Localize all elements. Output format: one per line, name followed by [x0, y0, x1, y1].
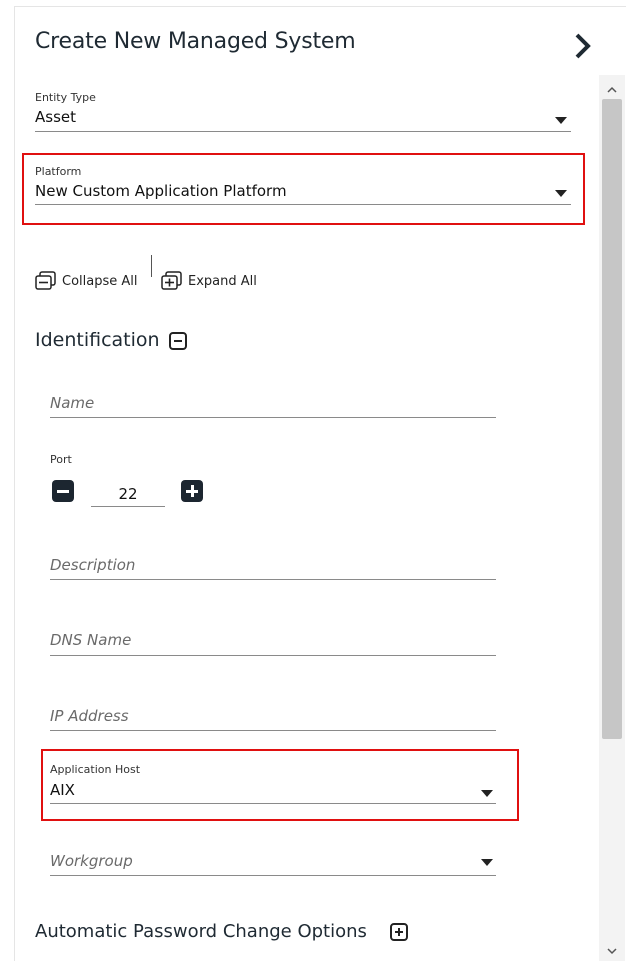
port-label: Port: [50, 453, 72, 466]
platform-label: Platform: [35, 165, 82, 178]
expand-section-icon[interactable]: [390, 923, 408, 941]
entity-type-label: Entity Type: [35, 91, 96, 104]
collapse-section-icon[interactable]: [169, 332, 187, 350]
port-input[interactable]: 22: [91, 485, 165, 503]
ip-address-underline: [50, 730, 496, 731]
application-host-value[interactable]: AIX: [50, 781, 75, 799]
ip-address-field[interactable]: IP Address: [50, 707, 129, 725]
platform-value[interactable]: New Custom Application Platform: [35, 182, 287, 200]
chevron-right-icon[interactable]: [573, 33, 593, 59]
panel-title: Create New Managed System: [35, 29, 356, 54]
application-host-underline: [50, 803, 496, 804]
application-host-highlight-box: [41, 749, 519, 821]
entity-type-value[interactable]: Asset: [35, 108, 76, 126]
platform-underline: [35, 204, 571, 205]
dns-name-field[interactable]: DNS Name: [50, 631, 131, 649]
create-managed-system-panel: Create New Managed System Entity Type As…: [14, 6, 626, 961]
name-field[interactable]: Name: [50, 394, 94, 412]
scrollbar[interactable]: [599, 75, 625, 961]
dns-name-underline: [50, 655, 496, 656]
port-decrement-button[interactable]: [52, 480, 74, 502]
application-host-label: Application Host: [50, 763, 141, 776]
caret-down-icon[interactable]: [481, 790, 493, 797]
toolbar-divider: [151, 255, 152, 277]
port-underline: [91, 506, 165, 507]
chevron-down-icon[interactable]: [599, 943, 625, 961]
collapse-all-button[interactable]: Collapse All: [35, 271, 138, 291]
expand-all-label: Expand All: [188, 273, 257, 289]
port-increment-button[interactable]: [181, 480, 203, 502]
caret-down-icon[interactable]: [481, 859, 493, 866]
identification-section-title: Identification: [35, 329, 160, 351]
scrollbar-thumb[interactable]: [602, 99, 622, 739]
caret-down-icon[interactable]: [555, 117, 567, 124]
expand-all-button[interactable]: Expand All: [161, 271, 257, 291]
description-field[interactable]: Description: [50, 556, 135, 574]
collapse-all-icon: [35, 271, 56, 290]
chevron-up-icon[interactable]: [599, 81, 625, 99]
collapse-all-label: Collapse All: [62, 273, 138, 289]
workgroup-field[interactable]: Workgroup: [50, 852, 133, 870]
entity-type-underline: [35, 131, 571, 132]
description-underline: [50, 579, 496, 580]
password-options-section-title: Automatic Password Change Options: [35, 921, 367, 942]
expand-all-icon: [161, 271, 182, 290]
name-underline: [50, 417, 496, 418]
workgroup-underline: [50, 875, 496, 876]
caret-down-icon[interactable]: [555, 190, 567, 197]
